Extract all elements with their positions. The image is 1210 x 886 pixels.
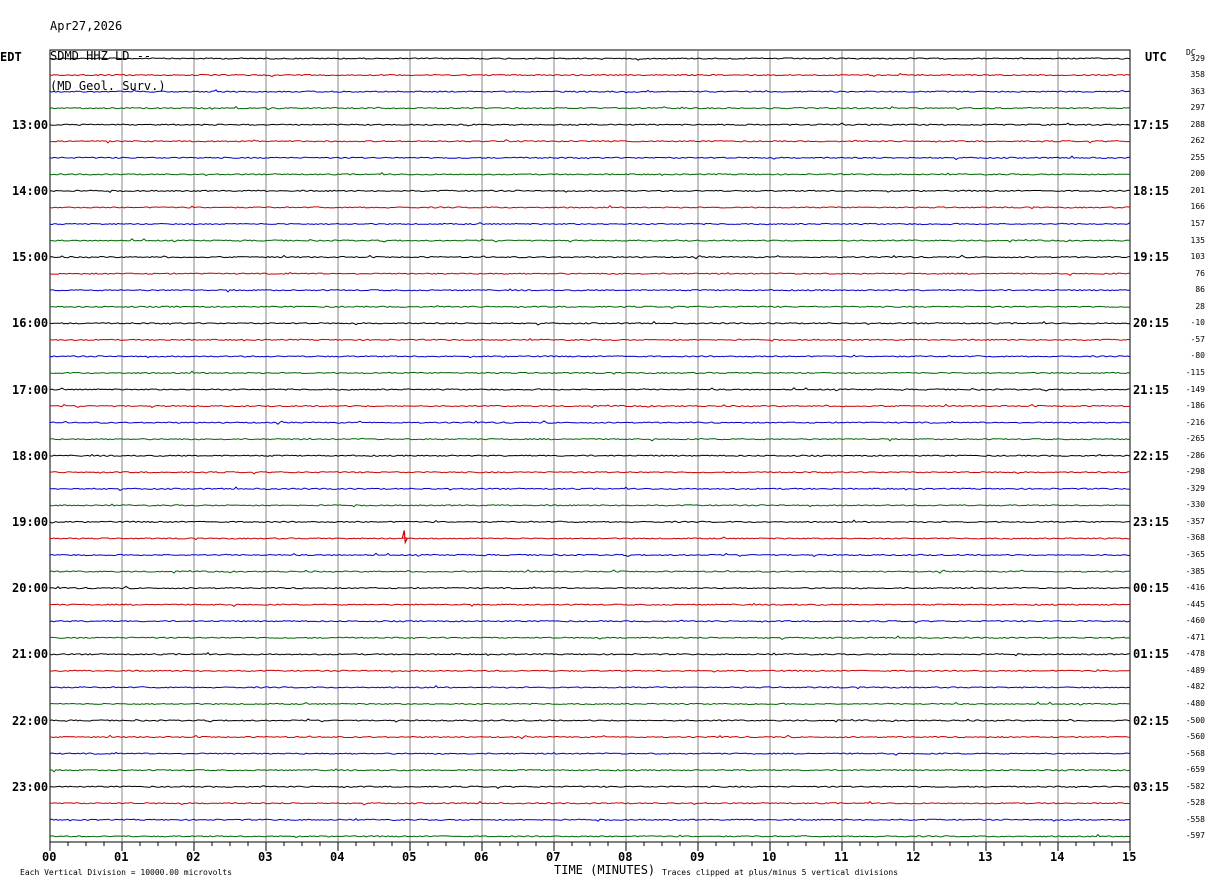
seismic-trace bbox=[49, 619, 1131, 624]
seismic-trace bbox=[49, 320, 1131, 326]
seismic-trace bbox=[49, 635, 1131, 641]
seismic-trace bbox=[49, 536, 1131, 541]
seismic-trace bbox=[49, 403, 1131, 409]
seismic-trace bbox=[49, 751, 1131, 756]
seismic-trace bbox=[49, 453, 1131, 457]
seismic-trace bbox=[49, 519, 1130, 524]
seismic-trace bbox=[49, 833, 1131, 839]
seismic-trace bbox=[49, 718, 1131, 723]
seismic-trace bbox=[49, 652, 1131, 657]
seismic-trace bbox=[49, 768, 1131, 773]
seismic-trace bbox=[49, 668, 1131, 673]
seismic-trace bbox=[49, 354, 1131, 359]
seismic-trace bbox=[49, 387, 1130, 392]
seismic-trace bbox=[49, 204, 1131, 210]
seismic-trace bbox=[49, 370, 1131, 375]
seismic-trace bbox=[50, 189, 1131, 193]
x-axis-label: TIME (MINUTES) bbox=[554, 863, 656, 877]
seismic-trace bbox=[49, 254, 1131, 260]
seismic-trace bbox=[49, 122, 1131, 127]
seismic-trace bbox=[49, 288, 1131, 293]
seismic-trace bbox=[50, 305, 1131, 310]
seismic-trace bbox=[50, 602, 1131, 608]
seismic-trace bbox=[49, 172, 1131, 177]
seismic-trace bbox=[49, 57, 1131, 61]
seismic-trace bbox=[49, 552, 1131, 558]
seismic-trace bbox=[49, 271, 1131, 277]
seismic-trace bbox=[49, 503, 1131, 508]
seismic-trace bbox=[50, 238, 1131, 243]
seismic-trace bbox=[50, 800, 1131, 806]
seismic-event bbox=[401, 530, 408, 545]
seismic-trace bbox=[49, 437, 1131, 442]
seismic-trace bbox=[49, 420, 1131, 425]
helicorder-plot bbox=[49, 49, 1131, 851]
seismic-trace bbox=[50, 734, 1131, 740]
scale-note: Each Vertical Division = 10000.00 microv… bbox=[20, 868, 232, 877]
seismic-trace bbox=[49, 471, 1130, 475]
seismic-trace bbox=[49, 105, 1131, 111]
seismic-trace bbox=[49, 222, 1131, 226]
seismic-trace bbox=[49, 89, 1131, 94]
seismic-trace bbox=[49, 569, 1131, 574]
seismic-trace bbox=[49, 684, 1131, 690]
seismic-trace bbox=[49, 486, 1131, 492]
seismic-trace bbox=[50, 785, 1131, 790]
seismic-trace bbox=[49, 817, 1131, 822]
clip-note: Traces clipped at plus/minus 5 vertical … bbox=[662, 868, 899, 877]
seismic-trace bbox=[49, 701, 1131, 706]
seismic-trace bbox=[49, 585, 1131, 590]
seismic-trace bbox=[49, 73, 1131, 78]
seismic-trace bbox=[50, 337, 1131, 342]
seismic-trace bbox=[49, 139, 1131, 144]
seismic-trace bbox=[49, 155, 1131, 161]
plot-frame bbox=[49, 49, 1131, 843]
